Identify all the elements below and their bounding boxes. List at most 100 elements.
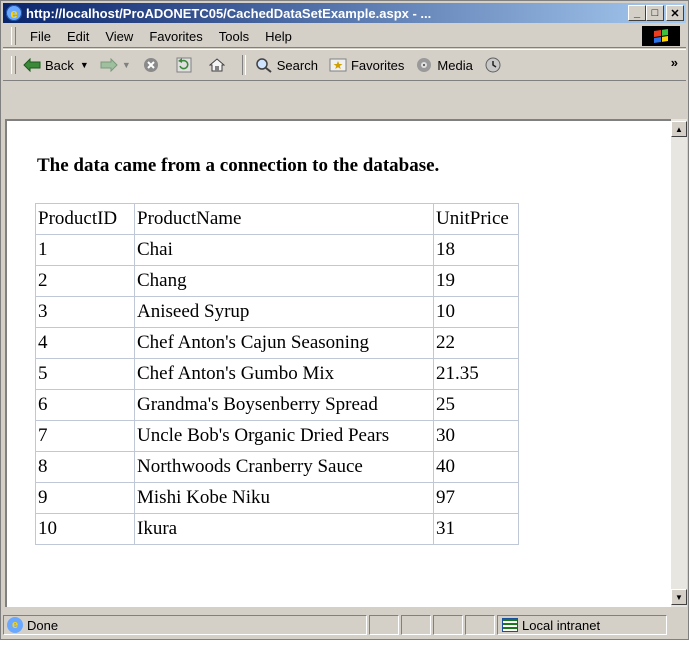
favorites-label: Favorites xyxy=(350,57,405,73)
history-icon xyxy=(483,56,503,74)
forward-dropdown-icon[interactable]: ▼ xyxy=(122,60,131,70)
cell-productid: 5 xyxy=(35,358,135,390)
menu-view[interactable]: View xyxy=(97,29,141,44)
cell-productid: 4 xyxy=(35,327,135,359)
cell-productid: 9 xyxy=(35,482,135,514)
cell-unitprice: 30 xyxy=(433,420,519,452)
title-bar: e http://localhost/ProADONETC05/CachedDa… xyxy=(3,3,686,23)
cell-unitprice: 18 xyxy=(433,234,519,266)
search-button[interactable]: Search xyxy=(254,56,318,74)
products-table: ProductID ProductName UnitPrice 1 Chai 1… xyxy=(35,203,519,545)
local-intranet-icon xyxy=(502,618,518,632)
search-icon xyxy=(254,56,274,74)
menu-edit[interactable]: Edit xyxy=(59,29,97,44)
cell-unitprice: 22 xyxy=(433,327,519,359)
back-label: Back xyxy=(45,57,74,73)
cell-productid: 8 xyxy=(35,451,135,483)
cell-productid: 1 xyxy=(35,234,135,266)
window-controls: _ □ ✕ xyxy=(628,5,684,21)
favorites-button[interactable]: Favorites xyxy=(328,56,404,74)
table-row: 3 Aniseed Syrup 10 xyxy=(35,296,519,328)
cell-productid: 3 xyxy=(35,296,135,328)
cell-productid: 6 xyxy=(35,389,135,421)
minimize-button[interactable]: _ xyxy=(628,5,646,21)
table-row: 4 Chef Anton's Cajun Seasoning 22 xyxy=(35,327,519,359)
cell-productname: Mishi Kobe Niku xyxy=(134,482,434,514)
toolbar-separator xyxy=(241,55,246,75)
maximize-button[interactable]: □ xyxy=(646,5,664,21)
menu-help[interactable]: Help xyxy=(257,29,300,44)
cell-productname: Northwoods Cranberry Sauce xyxy=(134,451,434,483)
zone-text: Local intranet xyxy=(522,617,601,633)
table-row: 7 Uncle Bob's Organic Dried Pears 30 xyxy=(35,420,519,452)
table-row: 6 Grandma's Boysenberry Spread 25 xyxy=(35,389,519,421)
page-heading: The data came from a connection to the d… xyxy=(37,155,440,176)
zone-panel: Local intranet xyxy=(497,615,667,635)
favorites-icon xyxy=(328,56,348,74)
history-button[interactable] xyxy=(483,56,506,74)
internet-explorer-icon[interactable]: e xyxy=(6,5,22,21)
column-header-productname: ProductName xyxy=(134,203,434,235)
media-button[interactable]: Media xyxy=(414,56,473,74)
cell-productname: Chai xyxy=(134,234,434,266)
table-row: 5 Chef Anton's Gumbo Mix 21.35 xyxy=(35,358,519,390)
page-content: The data came from a connection to the d… xyxy=(5,119,671,607)
cell-unitprice: 31 xyxy=(433,513,519,545)
home-icon xyxy=(207,56,227,74)
status-panel: e Done xyxy=(3,615,367,635)
status-panel-empty xyxy=(433,615,463,635)
cell-productname: Ikura xyxy=(134,513,434,545)
status-panel-empty xyxy=(369,615,399,635)
status-panel-empty xyxy=(465,615,495,635)
table-row: 2 Chang 19 xyxy=(35,265,519,297)
cell-productid: 10 xyxy=(35,513,135,545)
column-header-productid: ProductID xyxy=(35,203,135,235)
browser-window: e http://localhost/ProADONETC05/CachedDa… xyxy=(0,0,689,640)
cell-unitprice: 21.35 xyxy=(433,358,519,390)
close-button[interactable]: ✕ xyxy=(666,5,684,21)
column-header-unitprice: UnitPrice xyxy=(433,203,519,235)
table-row: 1 Chai 18 xyxy=(35,234,519,266)
cell-productname: Aniseed Syrup xyxy=(134,296,434,328)
cell-unitprice: 25 xyxy=(433,389,519,421)
back-dropdown-icon[interactable]: ▼ xyxy=(80,60,89,70)
cell-productname: Chang xyxy=(134,265,434,297)
cell-productname: Chef Anton's Gumbo Mix xyxy=(134,358,434,390)
page-done-icon: e xyxy=(7,617,23,633)
menu-favorites[interactable]: Favorites xyxy=(141,29,210,44)
table-row: 8 Northwoods Cranberry Sauce 40 xyxy=(35,451,519,483)
cell-unitprice: 10 xyxy=(433,296,519,328)
cell-productid: 2 xyxy=(35,265,135,297)
back-button[interactable]: Back ▼ xyxy=(22,56,89,74)
cell-productname: Uncle Bob's Organic Dried Pears xyxy=(134,420,434,452)
standard-toolbar: Back ▼ ▼ Search Favorites Media » xyxy=(3,49,686,81)
search-label: Search xyxy=(276,57,318,73)
cell-productname: Chef Anton's Cajun Seasoning xyxy=(134,327,434,359)
cell-productid: 7 xyxy=(35,420,135,452)
status-panel-empty xyxy=(401,615,431,635)
scroll-down-button[interactable]: ▼ xyxy=(671,589,687,605)
cell-productname: Grandma's Boysenberry Spread xyxy=(134,389,434,421)
table-row: 10 Ikura 31 xyxy=(35,513,519,545)
menu-tools[interactable]: Tools xyxy=(211,29,257,44)
media-icon xyxy=(414,56,434,74)
menu-bar: File Edit View Favorites Tools Help xyxy=(3,25,686,48)
stop-icon xyxy=(141,56,161,74)
cell-unitprice: 97 xyxy=(433,482,519,514)
status-bar: e Done Local intranet xyxy=(3,612,686,638)
menu-grip xyxy=(11,27,16,45)
cell-unitprice: 19 xyxy=(433,265,519,297)
toolbar-overflow-chevron[interactable]: » xyxy=(671,55,678,70)
scroll-up-button[interactable]: ▲ xyxy=(671,121,687,137)
table-header-row: ProductID ProductName UnitPrice xyxy=(35,203,519,235)
menu-file[interactable]: File xyxy=(22,29,59,44)
window-title: http://localhost/ProADONETC05/CachedData… xyxy=(26,5,432,21)
status-text: Done xyxy=(27,617,59,633)
refresh-button[interactable] xyxy=(174,56,197,74)
stop-button[interactable] xyxy=(141,56,164,74)
forward-arrow-icon xyxy=(99,56,119,74)
home-button[interactable] xyxy=(207,56,230,74)
windows-logo-icon xyxy=(642,26,680,46)
forward-button[interactable]: ▼ xyxy=(99,56,131,74)
vertical-scrollbar[interactable]: ▲ ▼ xyxy=(671,119,687,607)
